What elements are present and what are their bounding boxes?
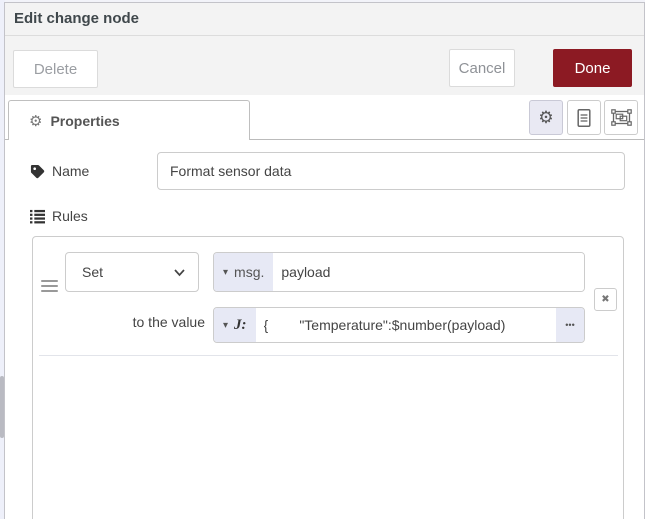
value-expression-input[interactable] (256, 308, 556, 342)
property-input[interactable] (273, 253, 584, 291)
tab-properties[interactable]: ⚙ Properties (8, 100, 250, 140)
done-button[interactable]: Done (553, 49, 632, 87)
rule-action-select[interactable]: Set (65, 252, 199, 292)
jsonata-expression-icon: J: (234, 317, 247, 334)
appearance-tab-button[interactable] (604, 100, 638, 135)
chevron-down-icon (173, 266, 186, 279)
delete-button[interactable]: Delete (13, 50, 98, 88)
property-type-label: msg. (234, 264, 264, 280)
rule-value-typedinput: ▾ J: ••• (213, 307, 585, 343)
tray-toolbar: Delete Cancel Done (5, 36, 644, 96)
value-type-button[interactable]: ▾ J: (214, 308, 256, 342)
property-type-button[interactable]: ▾ msg. (214, 253, 273, 291)
rule-action-value: Set (82, 264, 173, 280)
gear-icon: ⚙ (538, 109, 553, 126)
name-input[interactable] (157, 152, 625, 190)
cancel-button[interactable]: Cancel (449, 49, 515, 87)
description-tab-button[interactable] (567, 100, 601, 135)
page-background-right (645, 0, 651, 519)
name-label: Name (52, 163, 89, 179)
rule-divider (39, 355, 618, 356)
properties-tab-button[interactable]: ⚙ (529, 100, 563, 135)
list-icon (30, 209, 45, 224)
document-icon (576, 108, 592, 128)
expand-expression-button[interactable]: ••• (556, 308, 584, 342)
delete-rule-button[interactable]: ✖ (594, 288, 617, 311)
rule-property-typedinput: ▾ msg. (213, 252, 585, 292)
rules-list: Set ▾ msg. to the value ▾ J: (32, 236, 624, 519)
close-icon: ✖ (601, 294, 609, 305)
object-group-icon (611, 109, 632, 126)
tray-header: Edit change node (5, 3, 644, 36)
gear-icon: ⚙ (29, 112, 42, 130)
tab-properties-label: Properties (50, 113, 119, 129)
name-label-row: Name (30, 152, 89, 190)
rule-drag-handle[interactable] (41, 280, 58, 293)
caret-down-icon: ▾ (223, 320, 228, 331)
rules-label: Rules (52, 208, 88, 224)
ellipsis-icon: ••• (565, 320, 574, 330)
editor-dialog: Edit change node Delete Cancel Done ⚙ Pr… (0, 0, 651, 519)
tab-bar: ⚙ Properties ⚙ (5, 95, 644, 140)
edit-tray: Edit change node Delete Cancel Done ⚙ Pr… (4, 2, 645, 519)
tag-icon (30, 164, 45, 179)
to-the-value-label: to the value (93, 314, 205, 330)
dialog-title: Edit change node (14, 3, 139, 35)
caret-down-icon: ▾ (223, 267, 228, 278)
rules-label-row: Rules (30, 205, 88, 227)
